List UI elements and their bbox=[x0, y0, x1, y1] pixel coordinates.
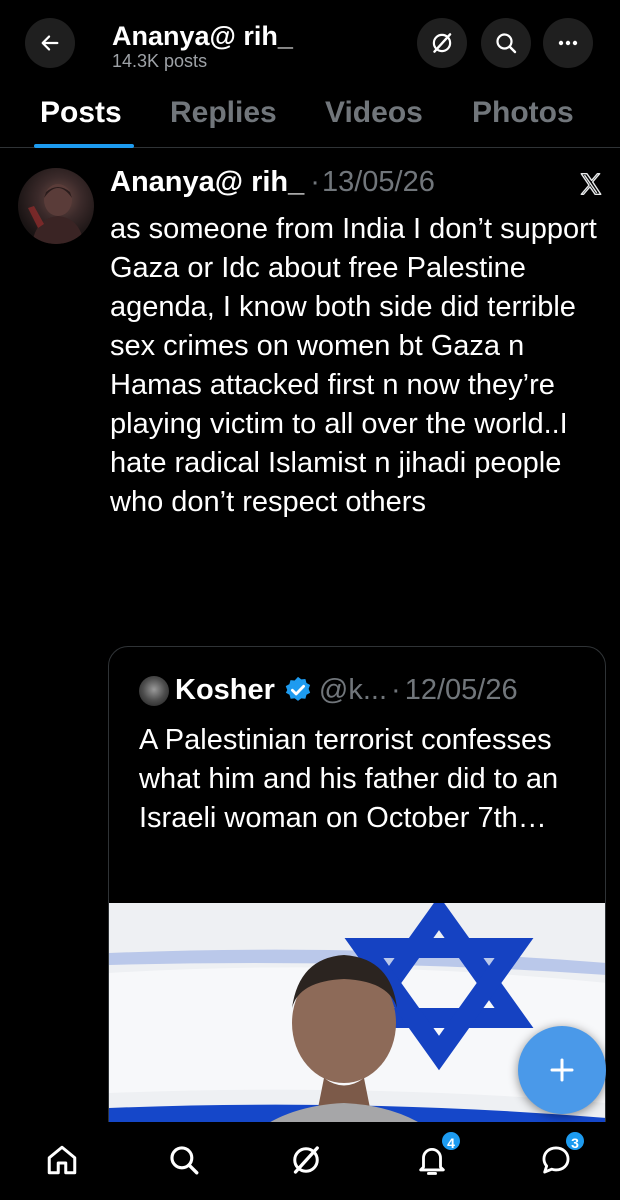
bottom-nav: 4 3 bbox=[0, 1122, 620, 1200]
home-icon bbox=[47, 1145, 77, 1175]
nav-notifications[interactable]: 4 bbox=[412, 1130, 462, 1180]
tab-replies[interactable]: Replies bbox=[170, 96, 277, 130]
quoted-avatar bbox=[139, 676, 169, 706]
post-header: Ananya@ rih_ ·13/05/26 bbox=[110, 166, 435, 202]
quoted-post[interactable]: Kosher @k... · 12/05/26 A Palestinian terr… bbox=[108, 646, 606, 1200]
notification-badge: 4 bbox=[440, 1130, 462, 1152]
nav-grok[interactable] bbox=[286, 1140, 326, 1180]
x-logo-icon bbox=[580, 173, 602, 195]
more-button[interactable] bbox=[543, 18, 593, 68]
arrow-left-icon bbox=[41, 35, 59, 51]
back-button[interactable] bbox=[25, 18, 75, 68]
avatar-image bbox=[28, 184, 84, 244]
profile-name: Ananya@ rih_ bbox=[112, 21, 293, 51]
tab-posts[interactable]: Posts bbox=[40, 96, 122, 130]
verified-badge-icon bbox=[285, 676, 311, 701]
grok-icon bbox=[432, 33, 452, 53]
plus-icon bbox=[550, 1058, 574, 1082]
quoted-handle: @k... bbox=[318, 673, 388, 706]
post-separator: · bbox=[310, 166, 320, 198]
quoted-text: A Palestinian terrorist confesses what h… bbox=[139, 724, 559, 834]
search-icon bbox=[496, 33, 517, 54]
quoted-post-header: Kosher @k... · 12/05/26 bbox=[175, 671, 518, 709]
nav-home[interactable] bbox=[42, 1140, 82, 1180]
profile-tabs: Posts Replies Videos Photos bbox=[0, 88, 620, 148]
active-tab-indicator bbox=[34, 144, 134, 148]
quoted-author: Kosher bbox=[175, 673, 275, 706]
post-count: 14.3K posts bbox=[112, 51, 208, 71]
post-date[interactable]: 13/05/26 bbox=[322, 166, 435, 198]
grok-icon bbox=[293, 1146, 319, 1174]
more-horizontal-icon bbox=[558, 40, 578, 46]
quoted-separator: · bbox=[391, 673, 401, 706]
message-badge: 3 bbox=[564, 1130, 586, 1152]
nav-search[interactable] bbox=[164, 1140, 204, 1180]
grok-button[interactable] bbox=[417, 18, 467, 68]
tab-photos[interactable]: Photos bbox=[472, 96, 574, 130]
quoted-date: 12/05/26 bbox=[404, 673, 518, 706]
tab-videos[interactable]: Videos bbox=[325, 96, 423, 130]
post-text: as someone from India I don’t support Ga… bbox=[110, 213, 597, 518]
nav-messages[interactable]: 3 bbox=[536, 1130, 586, 1180]
avatar[interactable] bbox=[18, 168, 94, 244]
profile-header: Ananya@ rih_ 14.3K posts bbox=[0, 0, 620, 88]
compose-button[interactable] bbox=[518, 1026, 606, 1114]
post-author[interactable]: Ananya@ rih_ bbox=[110, 166, 304, 198]
search-icon bbox=[170, 1146, 199, 1175]
search-button[interactable] bbox=[481, 18, 531, 68]
